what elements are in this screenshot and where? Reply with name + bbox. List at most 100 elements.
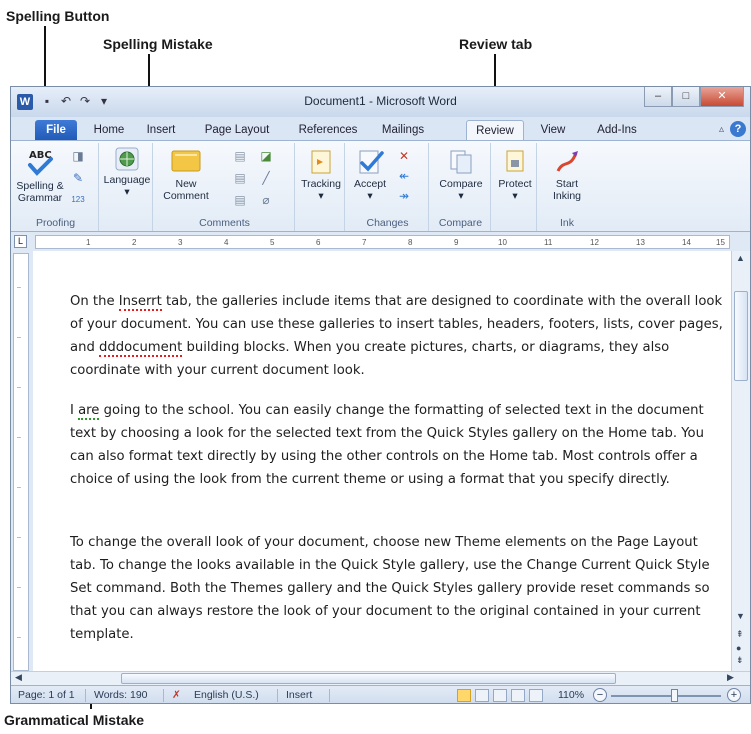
previous-page-icon[interactable]: ⇞ [736,629,744,640]
tracking-button[interactable]: Tracking ▾ [299,149,343,202]
ruler-number: 3 [178,238,183,247]
tab-selector-icon[interactable]: L [14,235,27,248]
next-page-icon[interactable]: ⇟ [736,655,744,666]
word-count-icon[interactable]: 123 [71,193,85,207]
vertical-ruler-tick: – [17,534,21,541]
zoom-slider-track[interactable] [611,695,721,697]
eraser-icon[interactable]: ⌀ [259,193,273,207]
accept-button[interactable]: Accept ▾ [349,149,391,202]
ink-comment-icon[interactable]: ◪ [259,149,273,163]
zoom-out-button[interactable]: − [593,688,607,702]
ink-group-label: Ink [559,217,574,229]
word-count[interactable]: Words: 190 [91,689,151,701]
group-language: Language ▾ [101,143,153,231]
ruler-number: 10 [498,238,507,247]
page-count[interactable]: Page: 1 of 1 [15,689,78,701]
new-comment-label-line1: New [175,178,197,190]
paragraph-3[interactable]: To change the overall look of your docum… [70,531,725,646]
close-button[interactable]: ✕ [700,87,744,107]
compare-button[interactable]: Compare ▾ [433,149,489,202]
review-ribbon: ABC Spelling & Grammar ◨ ✎ 123 Proofing … [11,140,750,232]
print-layout-view-icon[interactable] [457,689,471,702]
p1-text-before: On the [70,294,119,309]
window-controls: – □ ✕ [644,87,744,107]
proofing-error-icon[interactable]: ✗ [169,689,184,701]
pen-icon [556,151,578,172]
web-layout-view-icon[interactable] [493,689,507,702]
scroll-down-icon[interactable]: ▼ [736,611,745,621]
compare-label: Compare [439,178,483,190]
p2-text-before: I [70,403,79,418]
reject-change-icon[interactable]: ✕ [397,149,411,163]
vertical-ruler-tick: – [17,284,21,291]
proofing-group-label: Proofing [35,217,76,229]
vertical-scroll-thumb[interactable] [734,291,748,381]
protect-button[interactable]: Protect ▾ [495,149,535,202]
paragraph-1[interactable]: On the Inserrt tab, the galleries includ… [70,290,725,382]
zoom-in-button[interactable]: + [727,688,741,702]
maximize-button[interactable]: □ [672,87,700,107]
scroll-left-icon[interactable]: ◀ [15,672,22,683]
tab-file[interactable]: File [35,120,77,141]
tab-insert[interactable]: Insert [139,120,183,141]
delete-comment-icon[interactable]: ▤ [233,149,247,163]
tab-home[interactable]: Home [87,120,131,141]
zoom-slider-knob[interactable] [671,689,678,702]
document-page[interactable]: On the Inserrt tab, the galleries includ… [33,251,733,671]
show-markup-pen-icon[interactable]: ╱ [259,171,273,185]
help-icon[interactable]: ? [730,121,746,137]
comments-group-label: Comments [199,217,250,229]
browse-object-icon[interactable]: ● [736,643,741,653]
language-button[interactable]: Language ▾ [103,147,151,198]
minimize-button[interactable]: – [644,87,672,107]
vertical-ruler-tick: – [17,484,21,491]
protect-dropdown-arrow: ▾ [512,190,518,202]
tab-review[interactable]: Review [466,120,524,141]
research-icon[interactable]: ◨ [71,149,85,163]
window-title: Document1 - Microsoft Word [304,94,457,108]
horizontal-ruler[interactable]: 1 2 3 4 5 6 7 8 9 10 11 12 13 14 15 [35,235,730,249]
callout-spelling-button: Spelling Button [6,8,110,24]
ruler-number: 15 [716,238,725,247]
minimize-ribbon-icon[interactable]: ▵ [719,124,724,135]
horizontal-scrollbar[interactable]: ◀ ▶ [11,671,750,685]
horizontal-scroll-thumb[interactable] [121,673,616,684]
scroll-up-icon[interactable]: ▲ [736,253,745,263]
compare-dropdown-arrow: ▾ [458,190,464,202]
tab-view[interactable]: View [533,120,573,141]
protect-document-icon [506,150,524,172]
spelling-error-word[interactable]: Inserrt [118,294,162,311]
scroll-right-icon[interactable]: ▶ [727,672,734,683]
globe-icon [115,147,139,171]
previous-change-icon[interactable]: ↞ [397,169,411,183]
tab-references[interactable]: References [293,120,363,141]
previous-comment-icon[interactable]: ▤ [233,171,247,185]
thesaurus-icon[interactable]: ✎ [71,171,85,185]
group-ink: Start Inking Ink [539,143,595,231]
tab-page-layout[interactable]: Page Layout [195,120,279,141]
group-comments: New Comment ▤ ▤ ▤ ◪ ╱ ⌀ Comments [155,143,295,231]
outline-view-icon[interactable] [511,689,525,702]
group-proofing: ABC Spelling & Grammar ◨ ✎ 123 Proofing [13,143,99,231]
full-screen-reading-view-icon[interactable] [475,689,489,702]
spelling-grammar-button[interactable]: ABC Spelling & Grammar [15,147,65,204]
group-tracking: Tracking ▾ [297,143,345,231]
grammar-error-word[interactable]: are [78,403,100,420]
zoom-level[interactable]: 110% [555,689,587,701]
compare-icon [450,150,472,174]
vertical-ruler-tick: – [17,434,21,441]
ruler-number: 12 [590,238,599,247]
spelling-error-word-2[interactable]: dddocument [99,340,183,357]
vertical-scrollbar[interactable]: ▲ ▼ ⇞ ● ⇟ [731,251,750,671]
next-comment-icon[interactable]: ▤ [233,193,247,207]
insert-mode[interactable]: Insert [283,689,315,701]
new-comment-button[interactable]: New Comment [159,149,213,202]
tab-add-ins[interactable]: Add-Ins [591,120,643,141]
language-status[interactable]: English (U.S.) [191,689,262,701]
draft-view-icon[interactable] [529,689,543,702]
paragraph-2[interactable]: I are going to the school. You can easil… [70,399,725,491]
vertical-ruler[interactable]: – – – – – – – – [13,253,29,671]
next-change-icon[interactable]: ↠ [397,189,411,203]
start-inking-button[interactable]: Start Inking [543,149,591,202]
tab-mailings[interactable]: Mailings [373,120,433,141]
